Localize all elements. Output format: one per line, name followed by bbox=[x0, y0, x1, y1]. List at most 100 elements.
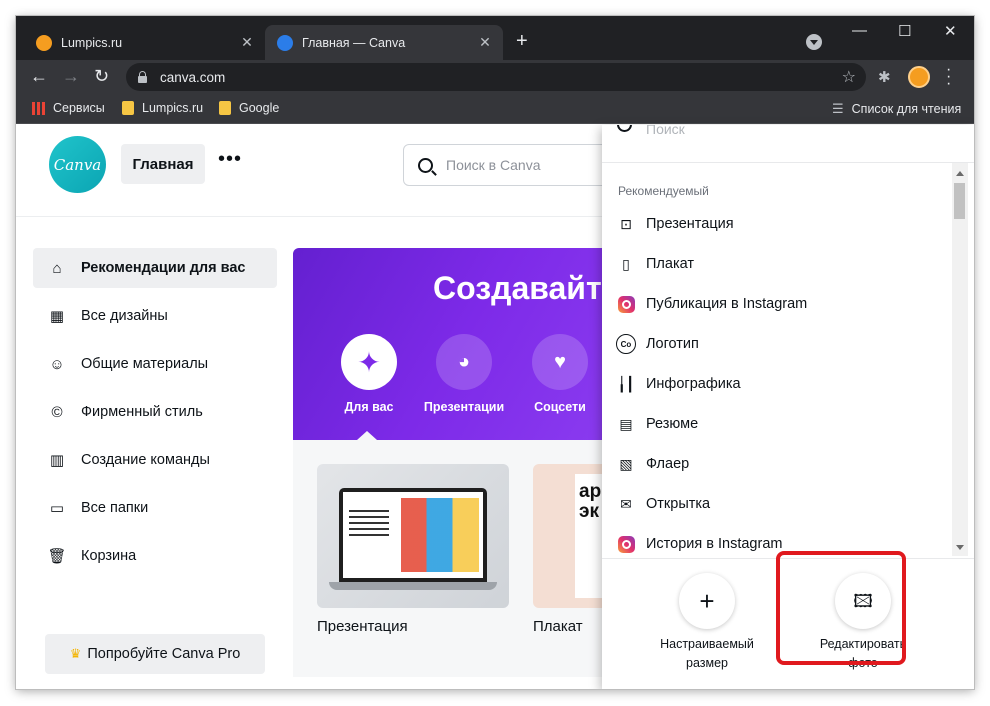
dropdown-item-presentation[interactable]: ⊡ Презентация bbox=[616, 209, 936, 239]
sidebar-item-all-designs[interactable]: ▦ Все дизайны bbox=[33, 296, 277, 336]
window-close-icon[interactable]: ✕ bbox=[944, 22, 957, 40]
forward-icon[interactable]: → bbox=[62, 66, 80, 86]
close-icon[interactable]: ✕ bbox=[239, 34, 255, 51]
category-label: Соцсети bbox=[534, 400, 586, 414]
folder-icon bbox=[122, 101, 134, 115]
dropdown-item-label: Плакат bbox=[646, 256, 694, 272]
presentation-icon: ◕ bbox=[436, 334, 492, 390]
dropdown-item-postcard[interactable]: ✉ Открытка bbox=[616, 489, 936, 519]
bookmark-services[interactable]: Сервисы bbox=[32, 101, 105, 115]
tab-canva[interactable]: Главная — Canva ✕ bbox=[265, 25, 503, 60]
dropdown-search[interactable]: Поиск bbox=[602, 125, 974, 163]
plus-icon: + bbox=[679, 573, 735, 629]
dropdown-item-flyer[interactable]: ▧ Флаер bbox=[616, 449, 936, 479]
new-tab-icon[interactable]: + bbox=[516, 31, 528, 51]
grid-icon: ▦ bbox=[49, 308, 65, 325]
action-label-line1: Настраиваемый bbox=[660, 637, 754, 651]
dropdown-item-logo[interactable]: Co Логотип bbox=[616, 329, 936, 359]
building-icon: ▥ bbox=[49, 452, 65, 469]
dropdown-item-instagram-post[interactable]: Публикация в Instagram bbox=[616, 289, 936, 319]
more-icon[interactable]: ••• bbox=[218, 148, 242, 171]
category-for-you[interactable]: ✦ Для вас bbox=[324, 334, 414, 414]
reading-list-label: Список для чтения bbox=[851, 102, 962, 116]
bookmark-label: Lumpics.ru bbox=[142, 101, 204, 115]
dropdown-scrollbar[interactable] bbox=[952, 163, 968, 556]
profile-avatar[interactable] bbox=[908, 66, 930, 88]
sidebar-item-label: Создание команды bbox=[81, 452, 210, 468]
bookmark-label: Сервисы bbox=[53, 101, 105, 115]
dropdown-item-label: Флаер bbox=[646, 456, 690, 472]
laptop-base bbox=[329, 582, 497, 590]
bookmarks-bar: Сервисы Lumpics.ru Google ☰ Список для ч… bbox=[16, 94, 974, 124]
dropdown-item-resume[interactable]: ▤ Резюме bbox=[616, 409, 936, 439]
folder-icon: ▭ bbox=[49, 500, 65, 517]
extensions-icon[interactable]: ✱ bbox=[878, 68, 891, 86]
lock-icon[interactable] bbox=[138, 70, 147, 83]
sidebar-item-brand[interactable]: © Фирменный стиль bbox=[33, 392, 277, 432]
category-pointer bbox=[357, 431, 377, 440]
maximize-icon[interactable]: ☐ bbox=[898, 22, 911, 40]
search-icon bbox=[617, 125, 632, 132]
bookmark-label: Google bbox=[239, 101, 280, 115]
address-bar[interactable]: canva.com ☆ bbox=[126, 63, 866, 91]
canva-favicon-icon bbox=[277, 34, 293, 51]
tab-lumpics[interactable]: Lumpics.ru ✕ bbox=[24, 25, 265, 60]
template-card-presentation[interactable] bbox=[317, 464, 509, 608]
dropdown-item-poster[interactable]: ▯ Плакат bbox=[616, 249, 936, 279]
bookmark-star-icon[interactable]: ☆ bbox=[842, 67, 856, 87]
reading-list-icon: ☰ bbox=[832, 101, 844, 116]
back-icon[interactable]: ← bbox=[30, 66, 48, 86]
sidebar-item-team[interactable]: ▥ Создание команды bbox=[33, 440, 277, 480]
scrollbar-thumb[interactable] bbox=[954, 183, 965, 219]
category-social[interactable]: ♥ Соцсети bbox=[515, 334, 605, 414]
dropdown-item-label: Резюме bbox=[646, 416, 699, 432]
card-label-poster[interactable]: Плакат bbox=[533, 618, 583, 635]
logo-icon: Co bbox=[616, 334, 636, 354]
search-placeholder: Поиск в Canva bbox=[446, 157, 541, 173]
hero-title: Создавайте bbox=[433, 270, 620, 306]
dropdown-item-label: Публикация в Instagram bbox=[646, 296, 808, 312]
url-text[interactable]: canva.com bbox=[160, 70, 842, 85]
slide-photos bbox=[401, 498, 479, 572]
home-button[interactable]: Главная bbox=[121, 144, 205, 184]
category-presentations[interactable]: ◕ Презентации bbox=[419, 334, 509, 414]
tab-search-icon[interactable] bbox=[806, 34, 822, 50]
scroll-up-icon[interactable] bbox=[956, 171, 964, 176]
search-input[interactable]: Поиск в Canva bbox=[403, 144, 623, 186]
dropdown-item-label: История в Instagram bbox=[646, 536, 783, 552]
tab-title: Главная — Canva bbox=[302, 35, 406, 50]
sidebar-item-label: Корзина bbox=[81, 548, 137, 564]
dropdown-item-label: Презентация bbox=[646, 216, 734, 232]
card-label-presentation[interactable]: Презентация bbox=[317, 618, 408, 635]
flyer-icon: ▧ bbox=[619, 455, 633, 472]
minimize-icon[interactable]: — bbox=[852, 22, 867, 39]
tab-title: Lumpics.ru bbox=[61, 35, 123, 50]
chart-icon: ╽┃ bbox=[617, 375, 635, 392]
bookmark-lumpics[interactable]: Lumpics.ru bbox=[122, 101, 203, 115]
folder-icon bbox=[219, 101, 231, 115]
browser-menu-icon[interactable]: · · · bbox=[946, 62, 951, 92]
sidebar-item-shared[interactable]: ☺ Общие материалы bbox=[33, 344, 277, 384]
heart-icon: ♥ bbox=[532, 334, 588, 390]
close-icon[interactable]: ✕ bbox=[477, 34, 493, 51]
reload-icon[interactable]: ↻ bbox=[94, 66, 109, 86]
sidebar-item-label: Все папки bbox=[81, 500, 149, 516]
scroll-down-icon[interactable] bbox=[956, 545, 964, 550]
canva-logo[interactable]: Canva bbox=[49, 136, 106, 193]
tab-strip: Lumpics.ru ✕ Главная — Canva ✕ + — ☐ ✕ bbox=[16, 16, 974, 60]
reading-list[interactable]: ☰ Список для чтения bbox=[832, 101, 961, 117]
sidebar-item-label: Рекомендации для вас bbox=[81, 260, 246, 276]
dropdown-item-label: Логотип bbox=[646, 336, 699, 352]
home-icon: ⌂ bbox=[52, 259, 62, 277]
dropdown-search-placeholder: Поиск bbox=[646, 125, 685, 137]
custom-size-button[interactable]: + Настраиваемый размер bbox=[642, 573, 772, 673]
presentation-icon: ⊡ bbox=[620, 215, 632, 232]
sidebar-item-folders[interactable]: ▭ Все папки bbox=[33, 488, 277, 528]
sidebar-item-recommendations[interactable]: ⌂ Рекомендации для вас bbox=[33, 248, 277, 288]
bookmark-google[interactable]: Google bbox=[219, 101, 279, 115]
sidebar-item-trash[interactable]: 🗑 Корзина bbox=[33, 536, 277, 576]
apps-grid-icon bbox=[32, 101, 45, 115]
try-pro-button[interactable]: ♛ Попробуйте Canva Pro bbox=[45, 634, 265, 674]
dropdown-item-infographic[interactable]: ╽┃ Инфографика bbox=[616, 369, 936, 399]
dropdown-item-label: Инфографика bbox=[646, 376, 741, 392]
